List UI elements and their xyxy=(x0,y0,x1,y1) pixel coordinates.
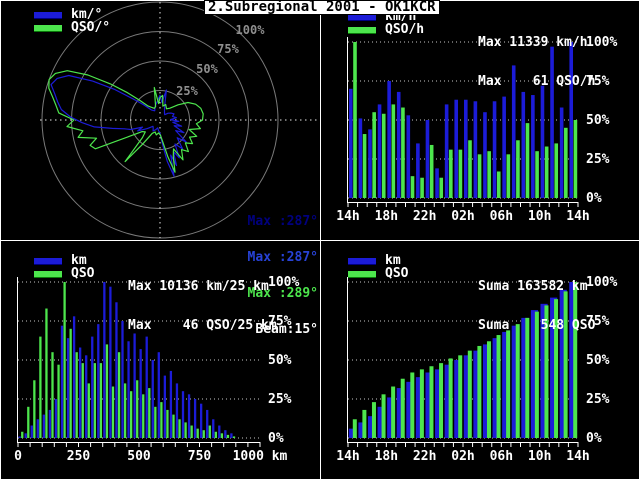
polar-quadrant: 25% 50% 75% 100% km/° QSO/° Max :287° Max :… xyxy=(0,0,320,336)
qso-swatch-icon xyxy=(34,270,62,277)
svg-text:0%: 0% xyxy=(268,431,284,446)
svg-text:14h: 14h xyxy=(566,209,589,224)
svg-text:18h: 18h xyxy=(375,449,398,464)
legend-label-qso: QSO/° xyxy=(71,20,111,35)
svg-text:18h: 18h xyxy=(375,209,398,224)
polar-footer-shadow-line: Max :287° xyxy=(247,214,318,229)
svg-text:14h: 14h xyxy=(336,209,359,224)
qso-swatch-icon xyxy=(348,270,376,277)
cumulative-legend: km QSO xyxy=(348,254,408,280)
cumulative-quadrant: 100% 75% 50% 25% 0% 14h 18h 22h 02h 06h 10h 14h km … xyxy=(320,240,640,480)
svg-text:02h: 02h xyxy=(451,209,474,224)
x-axis-labels: 14h 18h 22h 02h 06h 10h 14h xyxy=(336,209,589,224)
svg-text:0%: 0% xyxy=(586,191,602,206)
svg-text:14h: 14h xyxy=(566,449,589,464)
hourly-rate-quadrant: 100% 75% 50% 25% 0% 14h 18h 22h 02h 06h 10h 14h km/… xyxy=(320,0,640,240)
svg-text:22h: 22h xyxy=(413,449,436,464)
distance-max-stats: Max 10136 km/25 km Max 46 QSO/25 km xyxy=(128,254,277,358)
legend-label-qso: QSO xyxy=(71,266,95,281)
svg-text:50%: 50% xyxy=(586,113,610,128)
svg-text:10h: 10h xyxy=(528,209,551,224)
legend-row-qso: QSO xyxy=(34,267,94,280)
km-swatch-icon xyxy=(34,257,62,264)
svg-text:10h: 10h xyxy=(528,449,551,464)
svg-text:0%: 0% xyxy=(586,431,602,446)
svg-text:02h: 02h xyxy=(451,449,474,464)
svg-text:25%: 25% xyxy=(268,392,292,407)
x-axis-labels: 0 250 500 750 1000 km xyxy=(14,449,287,464)
polar-ring-labels: 25% 50% 75% 100% xyxy=(176,23,265,98)
svg-text:250: 250 xyxy=(67,449,91,464)
km-swatch-icon xyxy=(34,11,62,18)
legend-label-qso: QSO/h xyxy=(385,22,425,37)
svg-text:25%: 25% xyxy=(586,152,610,167)
svg-text:100%: 100% xyxy=(236,23,266,37)
svg-text:25%: 25% xyxy=(176,84,198,98)
svg-text:06h: 06h xyxy=(490,449,513,464)
max-km-per-hour: Max 11339 km/h xyxy=(478,35,588,50)
legend-row-qso: QSO/° xyxy=(34,21,110,34)
title-bar: 2.Subregional 2001 - OK1KCR xyxy=(204,0,440,15)
suma-km: Suma 163582 km xyxy=(478,279,588,294)
legend-row-qso: QSO xyxy=(348,267,408,280)
legend-label-qso: QSO xyxy=(385,266,409,281)
legend-row-qso: QSO/h xyxy=(348,23,424,36)
max-km-per-bin: Max 10136 km/25 km xyxy=(128,279,269,294)
max-qso-per-hour: Max 61 QSO/h xyxy=(478,74,596,89)
suma-qso: Suma 548 QSO xyxy=(478,318,596,333)
polar-legend: km/° QSO/° xyxy=(34,8,110,34)
svg-text:750: 750 xyxy=(188,449,212,464)
svg-text:06h: 06h xyxy=(490,209,513,224)
svg-text:0: 0 xyxy=(14,449,22,464)
svg-text:50%: 50% xyxy=(196,62,218,76)
max-qso-per-bin: Max 46 QSO/25 km xyxy=(128,318,277,333)
contest-analysis-screen: 25% 50% 75% 100% km/° QSO/° Max :287° Max :… xyxy=(0,0,640,480)
svg-text:1000 km: 1000 km xyxy=(233,449,288,464)
qso-swatch-icon xyxy=(34,24,62,31)
svg-text:22h: 22h xyxy=(413,209,436,224)
svg-text:14h: 14h xyxy=(336,449,359,464)
hourly-max-stats: Max 11339 km/h Max 61 QSO/h xyxy=(478,10,595,114)
x-axis-labels: 14h 18h 22h 02h 06h 10h 14h xyxy=(336,449,589,464)
cumulative-sum-stats: Suma 163582 km Suma 548 QSO xyxy=(478,254,595,358)
svg-text:75%: 75% xyxy=(217,42,239,56)
distance-histogram-quadrant: 100% 75% 50% 25% 0% 0 250 500 750 1000 km km QSO … xyxy=(0,240,320,480)
distance-legend: km QSO xyxy=(34,254,94,280)
svg-text:500: 500 xyxy=(127,449,151,464)
svg-text:25%: 25% xyxy=(586,392,610,407)
km-swatch-icon xyxy=(348,257,376,264)
qso-swatch-icon xyxy=(348,26,376,33)
